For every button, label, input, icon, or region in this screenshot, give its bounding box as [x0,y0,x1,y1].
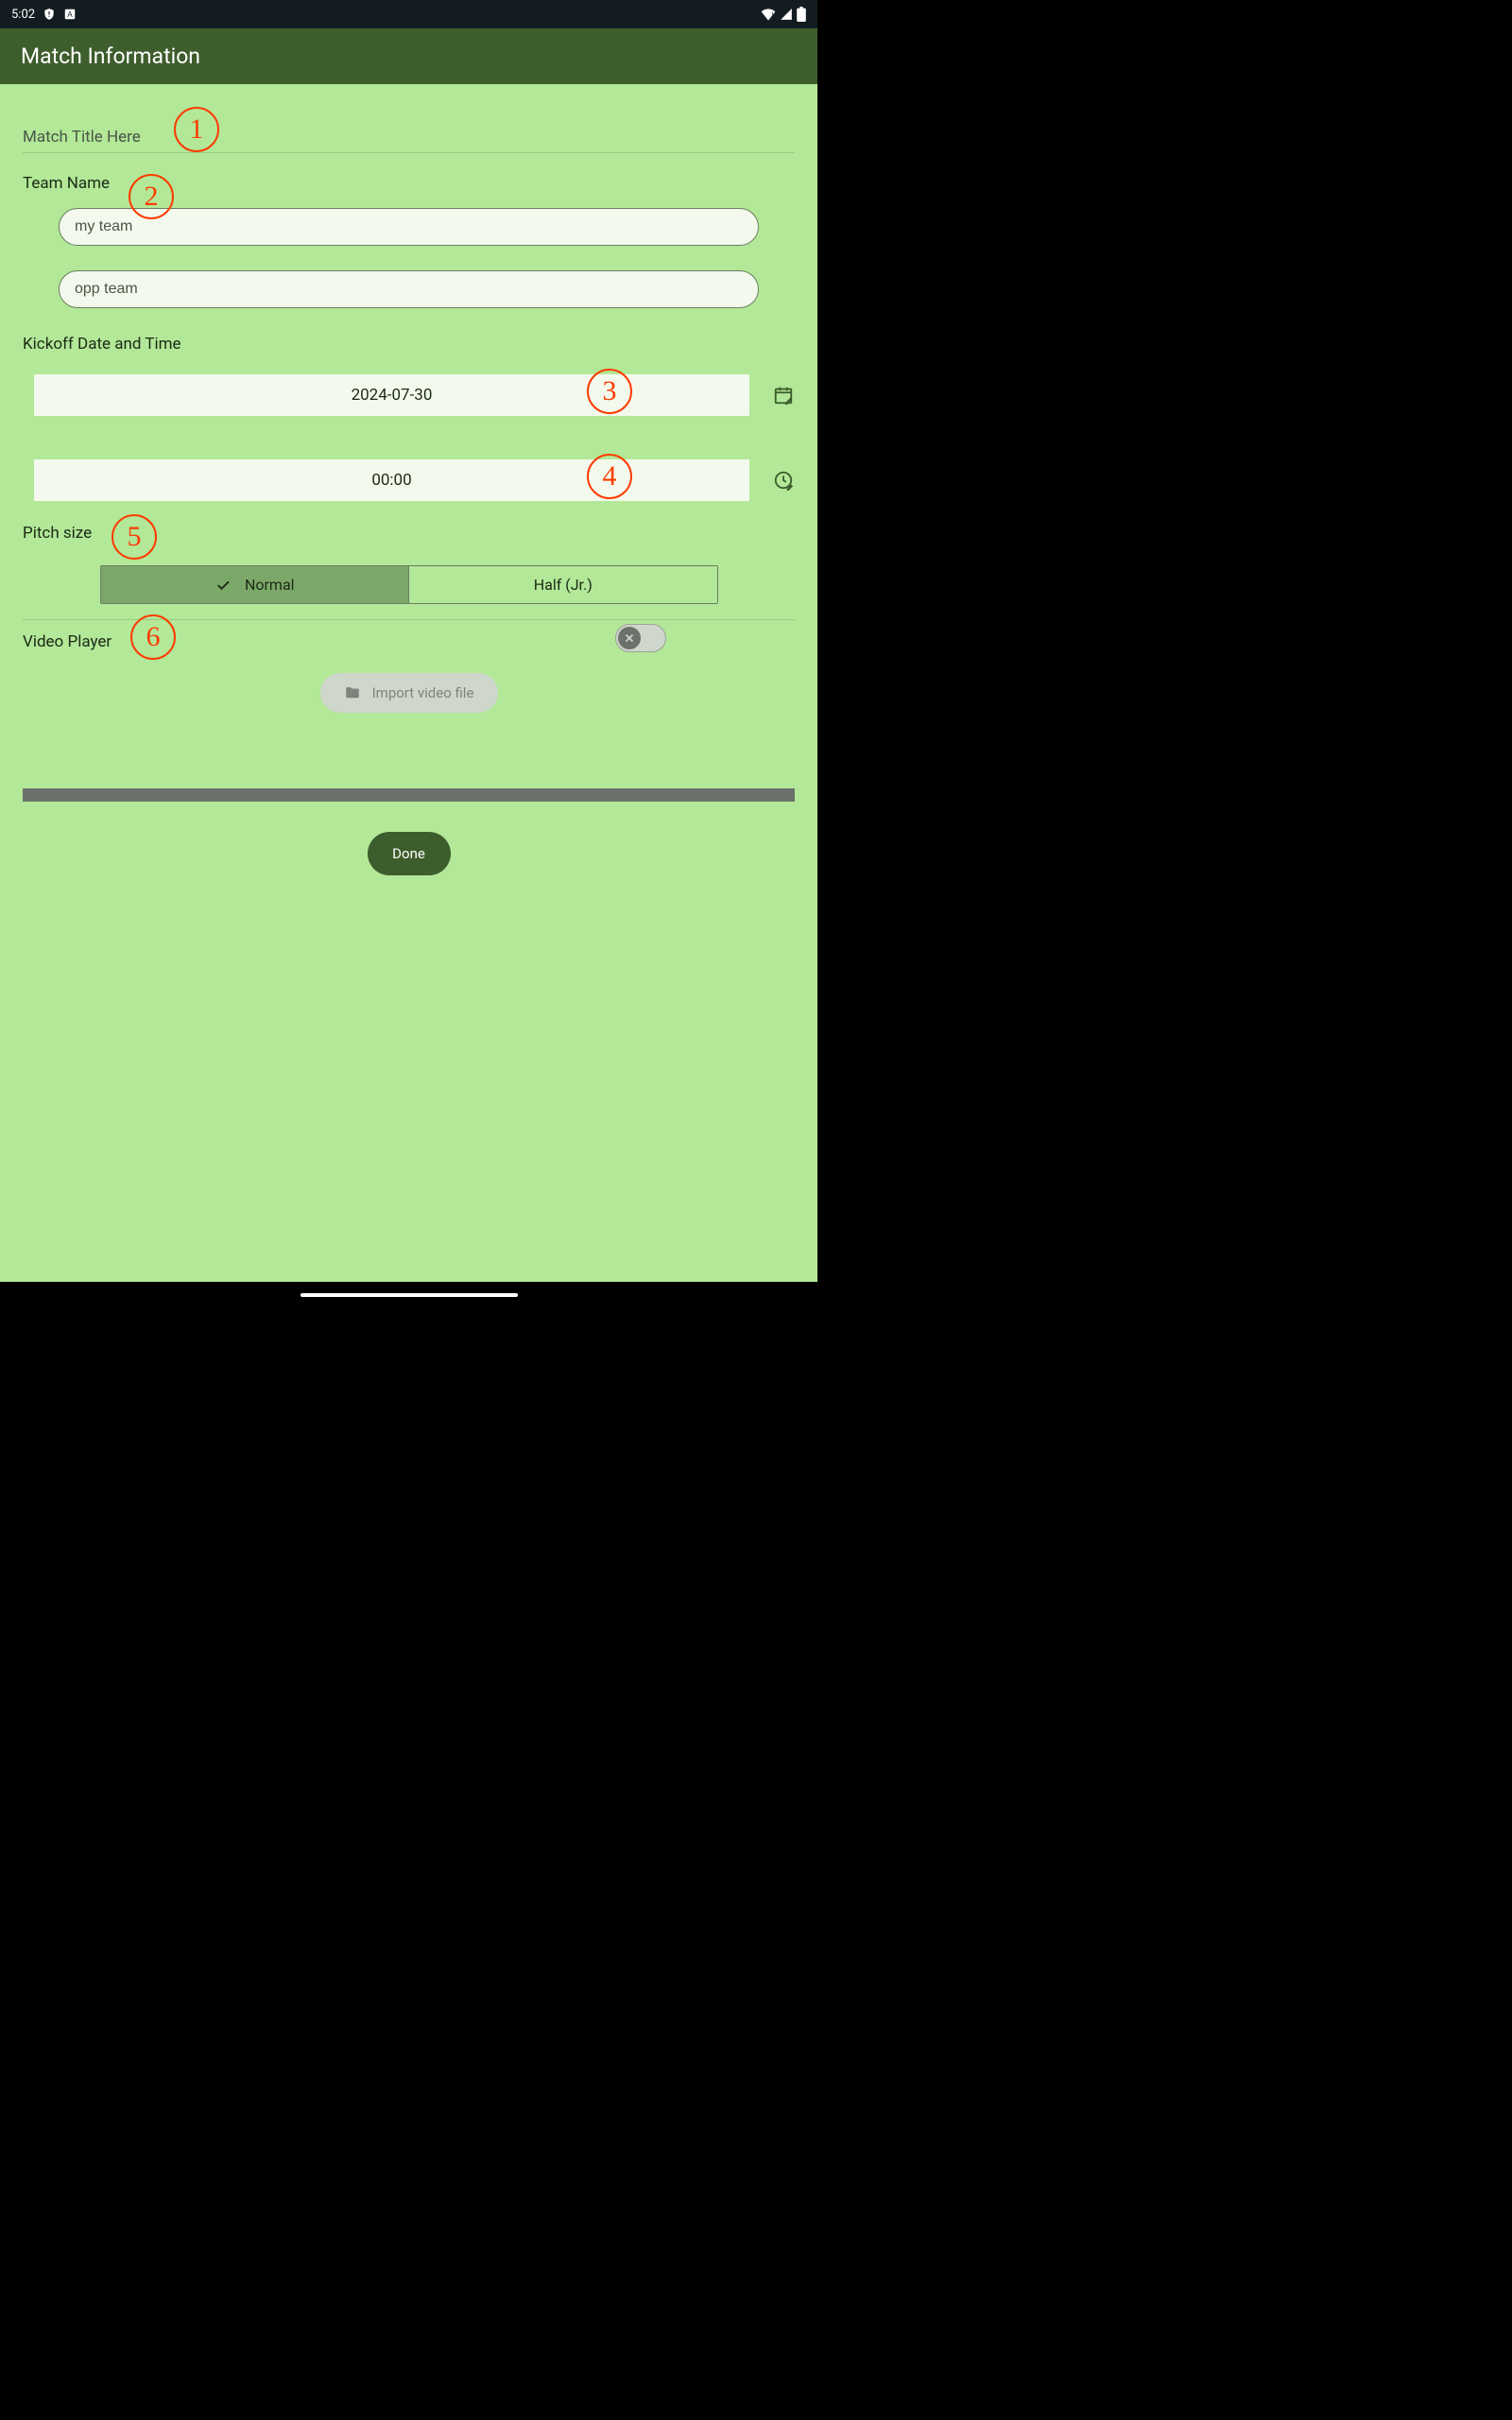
video-player-label: Video Player [23,632,112,651]
import-video-label: Import video file [372,684,474,701]
close-icon [623,631,636,645]
time-field[interactable]: 00:00 [34,459,749,501]
team-name-section: Team Name 2 [23,174,795,333]
pitch-normal-label: Normal [245,576,295,594]
signal-icon [780,8,793,21]
annotation-1: 1 [174,107,219,152]
folder-icon [344,684,361,701]
date-row: 2024-07-30 3 [23,374,795,416]
page-title: Match Information [21,43,200,69]
content-area: Match Title Here 1 Team Name 2 Kickoff D… [0,84,817,1282]
clock-edit-icon [773,470,794,491]
match-title-field[interactable]: Match Title Here 1 [23,84,795,153]
calendar-edit-icon [773,385,794,406]
done-label: Done [392,845,425,862]
toggle-thumb [618,627,641,649]
video-player-section: Video Player 6 [23,624,795,652]
check-icon [215,577,232,594]
status-left: 5:02 A [11,8,77,22]
match-title-placeholder: Match Title Here [23,128,141,147]
pitch-half-option[interactable]: Half (Jr.) [408,566,717,603]
my-team-input[interactable] [59,208,759,246]
status-right: ! [761,7,806,22]
progress-bar [23,788,795,802]
battery-icon [797,7,806,22]
pitch-size-label: Pitch size [23,524,795,543]
shield-icon [43,8,56,21]
pitch-size-segmented: Normal Half (Jr.) [100,565,718,604]
done-button[interactable]: Done [368,832,451,875]
svg-text:A: A [67,10,73,19]
home-indicator[interactable] [301,1293,518,1297]
team-name-label: Team Name [23,174,795,193]
pitch-half-label: Half (Jr.) [534,576,593,594]
app-icon: A [63,8,77,21]
calendar-edit-icon-button[interactable] [772,385,795,406]
divider [23,619,795,620]
kickoff-label: Kickoff Date and Time [23,335,795,354]
time-row: 00:00 4 [23,459,795,501]
svg-text:!: ! [771,10,773,19]
gesture-bar [0,1282,817,1308]
annotation-6: 6 [130,614,176,660]
pitch-size-section: Pitch size 5 Normal Half (Jr.) [23,524,795,604]
import-video-button[interactable]: Import video file [320,673,498,713]
clock-edit-icon-button[interactable] [772,470,795,491]
video-player-toggle[interactable] [615,624,666,652]
wifi-icon: ! [761,8,776,21]
app-header: Match Information [0,28,817,84]
pitch-normal-option[interactable]: Normal [101,566,409,603]
status-bar: 5:02 A ! [0,0,817,28]
clock: 5:02 [11,8,35,22]
date-field[interactable]: 2024-07-30 [34,374,749,416]
opp-team-input[interactable] [59,270,759,308]
